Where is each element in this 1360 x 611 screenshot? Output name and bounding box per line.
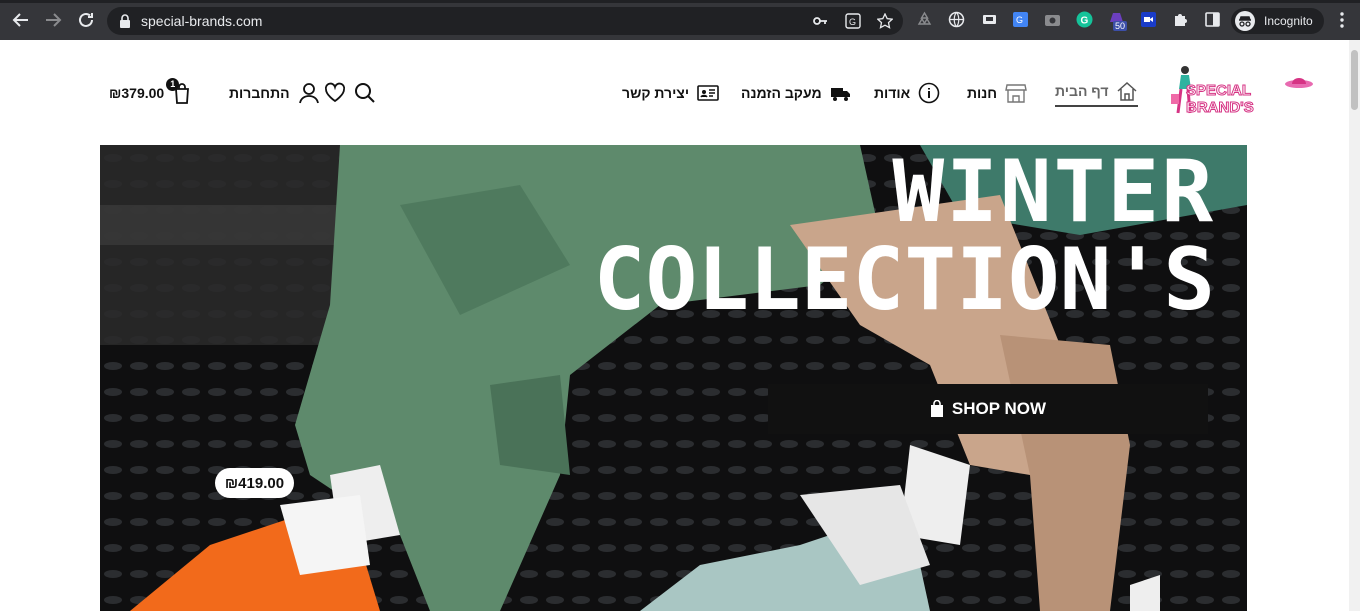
heart-icon[interactable] xyxy=(324,82,346,104)
incognito-label: Incognito xyxy=(1264,14,1313,28)
globe-icon[interactable] xyxy=(948,11,965,28)
hero-title-line1: WINTER xyxy=(892,145,1215,242)
key-icon[interactable] xyxy=(812,13,828,29)
search-icon[interactable] xyxy=(354,82,376,104)
lock-icon xyxy=(120,14,130,28)
cart-icon-wrap: 1 xyxy=(166,78,192,104)
nav-track-order-label: מעקב הזמנה xyxy=(741,85,822,101)
nav-contact[interactable]: יצירת קשר xyxy=(622,82,719,104)
page-scrollbar[interactable] xyxy=(1349,40,1360,611)
forward-button[interactable] xyxy=(43,10,63,30)
site-logo[interactable]: SPECIAL BRAND'S xyxy=(1166,62,1316,122)
site-header: ₪379.00 1 התחברות יצירת קשר מעקב הזמנה א… xyxy=(0,40,1349,145)
grammarly-icon[interactable]: G xyxy=(1076,11,1093,28)
url-text: special-brands.com xyxy=(141,13,263,29)
shopping-bag-icon xyxy=(930,400,943,417)
store-icon xyxy=(1005,84,1027,103)
arrow-right-icon xyxy=(46,13,62,27)
video-icon[interactable] xyxy=(1140,11,1157,28)
nav-home-label: דף הבית xyxy=(1055,83,1109,99)
nav-contact-label: יצירת קשר xyxy=(622,85,690,101)
shop-now-label: SHOP NOW xyxy=(951,399,1047,418)
incognito-icon xyxy=(1235,11,1255,31)
recycle-icon[interactable] xyxy=(916,11,933,28)
svg-text:G: G xyxy=(1016,15,1023,25)
product-price-tag[interactable]: ₪419.00 xyxy=(215,468,294,498)
extension-badge-button[interactable]: 50 xyxy=(1108,10,1130,34)
nav-home[interactable]: דף הבית xyxy=(1055,80,1139,107)
nav-about[interactable]: אודות xyxy=(874,82,940,104)
star-icon[interactable] xyxy=(877,13,893,29)
google-translate-icon[interactable]: G xyxy=(1012,11,1029,28)
contact-card-icon xyxy=(697,85,719,101)
back-button[interactable] xyxy=(11,10,31,30)
login-label: התחברות xyxy=(229,85,290,101)
info-icon xyxy=(918,82,940,104)
cart-button[interactable]: ₪379.00 1 xyxy=(109,78,192,104)
web-page: ₪379.00 1 התחברות יצירת קשר מעקב הזמנה א… xyxy=(0,40,1349,611)
hero-title-line2: COLLECTION'S xyxy=(593,229,1215,330)
truck-icon xyxy=(830,88,850,101)
camera-icon[interactable] xyxy=(1044,11,1061,28)
logo-hat-icon xyxy=(1285,78,1313,88)
nav-track-order[interactable]: מעקב הזמנה xyxy=(741,82,852,104)
arrow-left-icon xyxy=(12,13,28,27)
shop-now-button[interactable]: SHOP NOW xyxy=(768,384,1208,434)
address-bar[interactable]: special-brands.com G xyxy=(107,7,903,35)
reload-button[interactable] xyxy=(76,10,96,30)
cast-icon[interactable] xyxy=(981,11,998,28)
hero-title: WINTER COLLECTION'S xyxy=(593,145,1215,330)
home-icon xyxy=(1117,81,1137,101)
translate-icon[interactable]: G xyxy=(845,13,861,29)
login-link[interactable]: התחברות xyxy=(229,82,320,104)
scroll-thumb[interactable] xyxy=(1351,50,1358,110)
nav-shop-label: חנות xyxy=(967,85,998,101)
svg-text:G: G xyxy=(1081,16,1089,27)
svg-text:G: G xyxy=(849,17,856,27)
side-panel-icon[interactable] xyxy=(1204,11,1221,28)
reload-icon xyxy=(79,12,93,27)
nav-about-label: אודות xyxy=(874,85,911,101)
puzzle-icon[interactable] xyxy=(1172,11,1189,28)
nav-shop[interactable]: חנות xyxy=(967,82,1027,104)
browser-toolbar: special-brands.com G G G 50 Incognito xyxy=(0,0,1360,40)
cart-total: ₪379.00 xyxy=(109,85,165,101)
price-tag-value: ₪419.00 xyxy=(224,474,285,492)
tab-strip xyxy=(0,0,1360,3)
menu-kebab-icon[interactable] xyxy=(1340,12,1344,28)
incognito-profile-button[interactable]: Incognito xyxy=(1231,8,1324,34)
extension-badge-count: 50 xyxy=(1113,21,1128,31)
hero-banner[interactable]: WINTER COLLECTION'S SHOP NOW ₪419.00 xyxy=(100,145,1247,611)
user-icon xyxy=(298,83,319,104)
